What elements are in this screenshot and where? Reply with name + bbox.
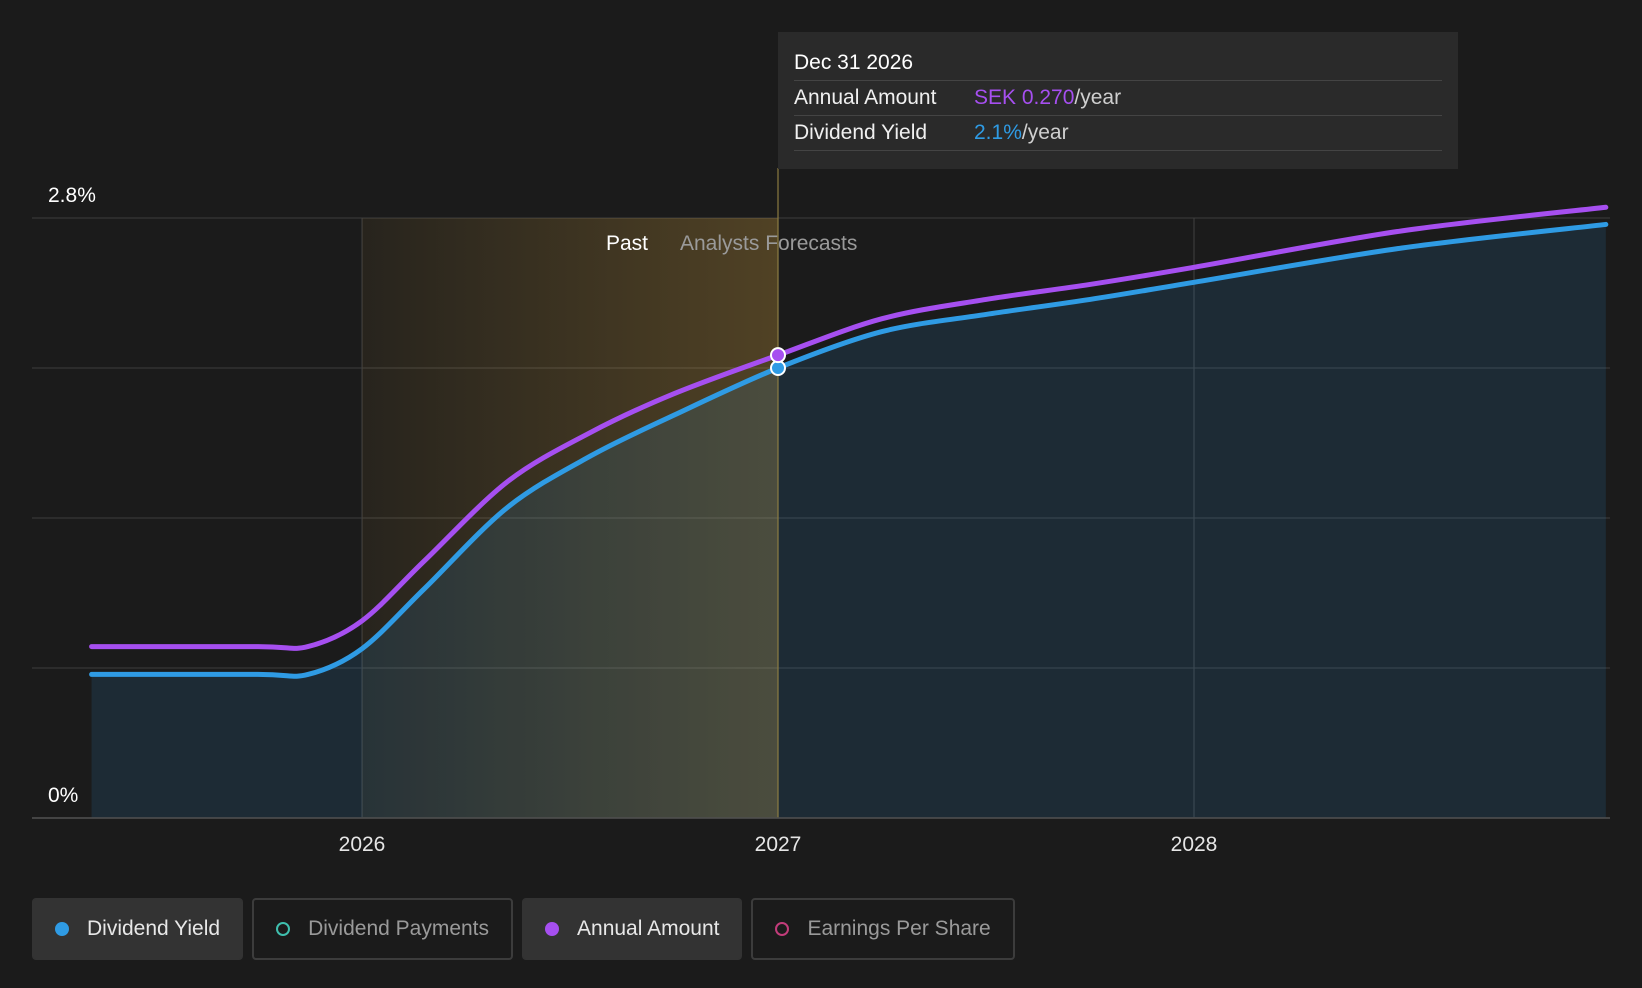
legend-dot-icon [55,922,69,936]
x-tick-label: 2028 [1171,833,1218,856]
tooltip-label: Dividend Yield [794,121,928,144]
legend-dot-icon [775,922,790,936]
x-tick-label: 2027 [755,833,802,856]
legend-dividend-payments-button[interactable]: Dividend Payments [252,898,514,960]
legend-dot-icon [545,922,560,936]
legend-label: Annual Amount [577,917,720,940]
legend-dividend-yield-button[interactable]: Dividend Yield [32,898,244,960]
tooltip-unit: /year [1021,121,1069,144]
legend-earnings-per-share-button[interactable]: Earnings Per Share [751,898,1015,960]
tooltip-label: Annual Amount [794,86,937,109]
legend-dot-icon [276,922,291,936]
tooltip-row-annual-amount: Annual Amount SEK 0.270 /year [794,81,1442,116]
tooltip-unit: /year [1074,86,1122,109]
y-min-label: 0% [48,784,78,807]
legend-label: Dividend Yield [87,917,221,940]
tooltip-date: Dec 31 2026 [794,46,1442,81]
tooltip-row-dividend-yield: Dividend Yield 2.1% /year [794,116,1442,151]
y-max-label: 2.8% [48,184,96,207]
legend-label: Dividend Payments [308,917,490,940]
legend-annual-amount-button[interactable]: Annual Amount [522,898,743,960]
forecast-label: Analysts Forecasts [680,232,857,255]
tooltip-value: SEK 0.270 [974,86,1075,109]
past-label: Past [606,232,648,255]
chart-tooltip: Dec 31 2026 Annual Amount SEK 0.270 /yea… [778,32,1458,169]
annual-amount-marker [770,347,786,364]
dividend-yield-area [91,224,1606,818]
x-tick-label: 2026 [339,833,386,856]
legend-label: Earnings Per Share [807,917,991,940]
tooltip-value: 2.1% [974,121,1022,144]
chart-legend: Dividend Yield Dividend Payments Annual … [32,898,1015,960]
